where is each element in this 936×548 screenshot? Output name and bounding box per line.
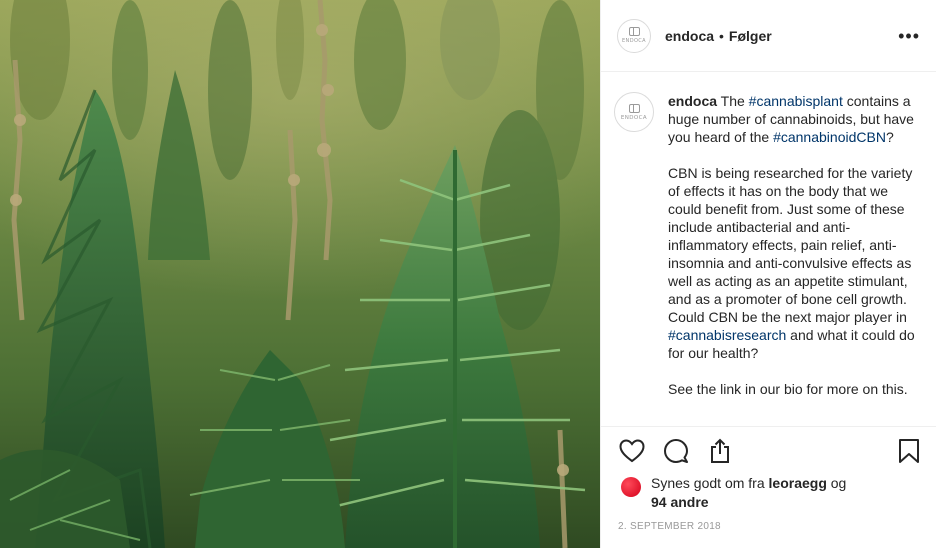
bookmark-icon[interactable] [896, 438, 922, 464]
caption-paragraph-1: endoca The #cannabisplant contains a hug… [668, 92, 922, 146]
likes-count[interactable]: 94 andre [651, 494, 709, 510]
post-header: ENDOCA endoca • Følger ••• [601, 0, 936, 72]
caption-avatar[interactable]: ENDOCA [614, 92, 654, 132]
hashtag-cannabinoidcbn[interactable]: #cannabinoidCBN [773, 129, 886, 145]
hashtag-cannabisresearch[interactable]: #cannabisresearch [668, 327, 786, 343]
logo-text: ENDOCA [620, 114, 648, 121]
logo-text: ENDOCA [622, 38, 646, 44]
heart-icon[interactable] [619, 438, 645, 464]
endoca-logo-icon [628, 27, 640, 36]
caption-username[interactable]: endoca [668, 93, 717, 109]
likes-middle: og [826, 475, 847, 491]
caption-paragraph-3: Could CBN be the next major player in #c… [668, 308, 922, 362]
more-options-icon[interactable]: ••• [898, 27, 920, 45]
likes-section: Synes godt om fra leoraegg og 94 andre [621, 474, 920, 512]
likes-prefix: Synes godt om fra [651, 475, 769, 491]
caption-paragraph-4: See the link in our bio for more on this… [668, 381, 908, 397]
liker-avatar[interactable] [621, 477, 641, 497]
share-icon[interactable] [707, 438, 733, 464]
header-separator: • [719, 27, 724, 44]
caption-text-4: Could CBN be the next major player in [668, 309, 907, 325]
caption-text-3: ? [885, 129, 894, 145]
hashtag-cannabisplant[interactable]: #cannabisplant [749, 93, 843, 109]
caption-paragraph-2: CBN is being researched for the variety … [668, 165, 913, 307]
caption-text: endoca The #cannabisplant contains a hug… [668, 92, 922, 426]
liker-username[interactable]: leoraegg [769, 475, 827, 491]
endoca-logo-icon [628, 103, 640, 113]
action-bar [601, 426, 936, 474]
profile-avatar[interactable]: ENDOCA [617, 18, 651, 53]
post-panel: ENDOCA endoca • Følger ••• ENDOCA endoca… [600, 0, 936, 548]
header-username[interactable]: endoca [665, 28, 714, 44]
caption-area[interactable]: ENDOCA endoca The #cannabisplant contain… [601, 72, 936, 426]
post-image[interactable] [0, 0, 600, 548]
caption-text-1: The [717, 93, 749, 109]
likes-text: Synes godt om fra leoraegg og 94 andre [651, 474, 846, 512]
cannabis-field-photo [0, 0, 600, 548]
post-date[interactable]: 2. SEPTEMBER 2018 [618, 521, 721, 532]
following-button[interactable]: Følger [729, 28, 772, 44]
comment-icon[interactable] [663, 438, 689, 464]
